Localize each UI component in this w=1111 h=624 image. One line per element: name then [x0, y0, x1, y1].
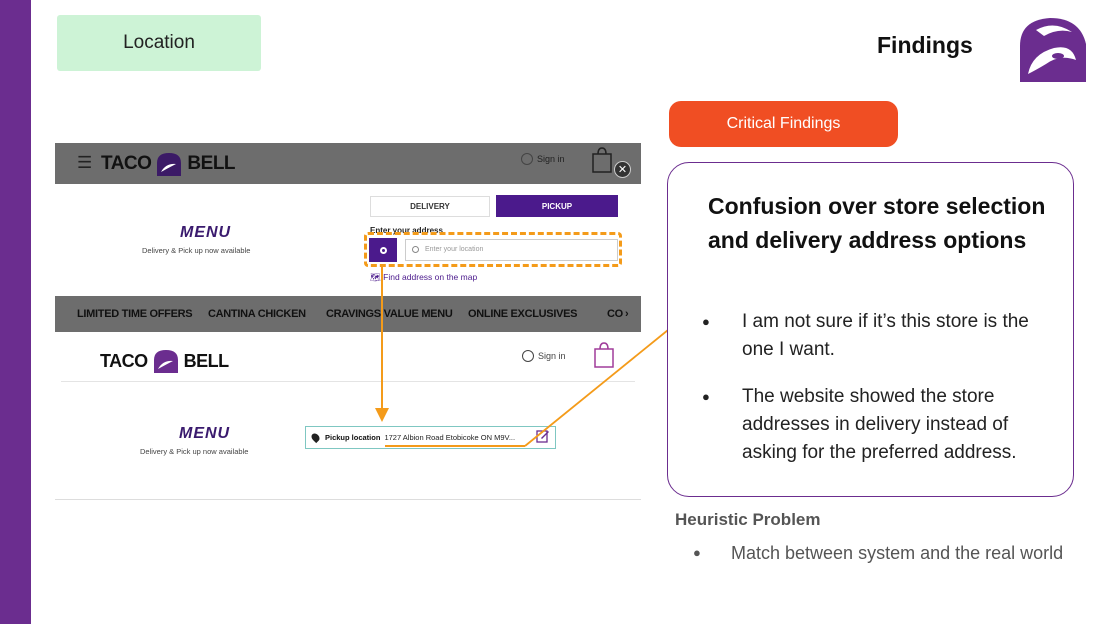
location-tag: Location	[57, 15, 261, 71]
menu-logo-2: MENU	[179, 425, 231, 442]
nav-item-value[interactable]: CRAVINGS VALUE MENU	[326, 308, 453, 320]
page-title: Findings	[877, 32, 973, 58]
edit-icon[interactable]	[536, 429, 550, 443]
sign-in-link-2[interactable]: Sign in	[522, 350, 566, 362]
address-underline	[385, 445, 525, 447]
nav-item-online[interactable]: ONLINE EXCLUSIVES	[468, 308, 578, 320]
hamburger-menu-icon[interactable]: ☰	[77, 154, 92, 171]
bell-logo-icon	[157, 153, 182, 176]
menu-logo: MENU	[180, 224, 232, 241]
pickup-address: 1727 Albion Road Etobicoke ON M9V...	[384, 433, 516, 442]
map-pin-icon	[309, 431, 322, 444]
shopping-bag-icon[interactable]	[591, 147, 613, 173]
nav-item-more[interactable]: CO	[607, 308, 623, 320]
site-brand-logo[interactable]: TACO BELL	[101, 151, 236, 177]
header-divider	[61, 381, 635, 382]
sign-in-label: Sign in	[537, 154, 565, 164]
finding-card: Confusion over store selection and deliv…	[667, 162, 1074, 497]
website-screenshot: ☰ TACO BELL Sign in ✕ MENU Delivery & Pi…	[55, 143, 641, 500]
close-icon[interactable]: ✕	[614, 161, 631, 178]
tab-delivery[interactable]: DELIVERY	[370, 196, 490, 217]
finding-bullet: I am not sure if it’s this store is the …	[702, 308, 1062, 364]
heuristic-item: Match between system and the real world	[693, 540, 1093, 566]
brand-left-text-2: TACO	[100, 350, 148, 371]
heuristic-list: Match between system and the real world	[693, 540, 1093, 566]
sign-in-link[interactable]: Sign in	[521, 153, 565, 165]
shopping-bag-icon-2[interactable]	[593, 342, 615, 368]
critical-findings-badge: Critical Findings	[669, 101, 898, 147]
heuristic-title: Heuristic Problem	[675, 510, 821, 529]
category-nav: LIMITED TIME OFFERS CANTINA CHICKEN CRAV…	[55, 296, 641, 332]
finding-bullets: I am not sure if it’s this store is the …	[702, 308, 1062, 486]
find-map-label: Find address on the map	[383, 272, 478, 282]
finding-title: Confusion over store selection and deliv…	[708, 193, 1046, 253]
bell-logo-icon-2	[153, 350, 178, 373]
pickup-label: Pickup location	[325, 433, 381, 442]
nav-item-limited[interactable]: LIMITED TIME OFFERS	[77, 308, 193, 320]
nav-item-cantina[interactable]: CANTINA CHICKEN	[208, 308, 306, 320]
side-accent-bar	[0, 0, 31, 624]
menu-subtitle-2: Delivery & Pick up now available	[140, 447, 249, 456]
user-icon	[521, 153, 533, 165]
order-mode-panel: MENU Delivery & Pick up now available DE…	[55, 184, 641, 296]
find-on-map-link[interactable]: 🗺 Find address on the map	[370, 272, 477, 283]
site-brand-logo-2[interactable]: TACO BELL	[100, 348, 229, 374]
user-icon-2	[522, 350, 534, 362]
finding-bullet: The website showed the store addresses i…	[702, 383, 1062, 467]
sign-in-label-2: Sign in	[538, 351, 566, 361]
menu-subtitle: Delivery & Pick up now available	[142, 246, 251, 255]
tab-pickup[interactable]: PICKUP	[496, 195, 618, 217]
taco-bell-logo-icon	[1020, 18, 1086, 82]
brand-left-text: TACO	[101, 153, 152, 174]
brand-right-text: BELL	[187, 153, 236, 174]
brand-right-text-2: BELL	[183, 350, 230, 371]
chevron-right-icon[interactable]: ›	[625, 308, 629, 320]
highlight-box	[364, 232, 622, 267]
